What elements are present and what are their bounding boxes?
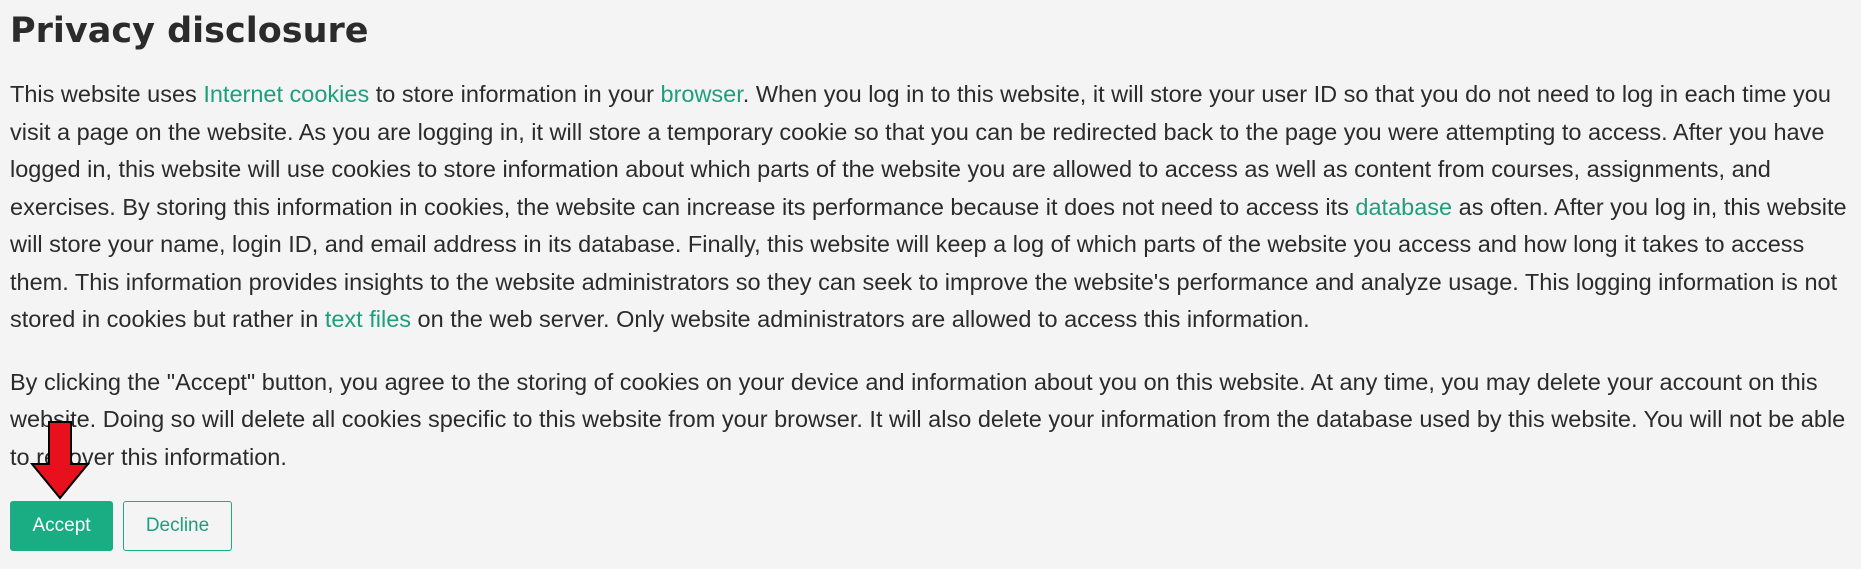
- database-link[interactable]: database: [1355, 194, 1452, 220]
- accept-button[interactable]: Accept: [10, 501, 113, 551]
- page-title: Privacy disclosure: [10, 11, 369, 51]
- decline-button[interactable]: Decline: [123, 501, 232, 551]
- internet-cookies-link[interactable]: Internet cookies: [203, 81, 369, 107]
- privacy-paragraph-2: By clicking the "Accept" button, you agr…: [10, 368, 1846, 470]
- privacy-disclosure-panel: Privacy disclosure This website uses Int…: [10, 0, 1850, 476]
- privacy-paragraph-1: This website uses Internet cookies to st…: [10, 76, 1850, 339]
- consent-buttons: Accept Decline: [10, 501, 232, 551]
- browser-link[interactable]: browser: [661, 81, 743, 107]
- paragraph-text: This website uses: [10, 81, 204, 107]
- text-files-link[interactable]: text files: [325, 306, 411, 332]
- paragraph-text: to store information in your: [369, 81, 661, 107]
- paragraph-text: on the web server. Only website administ…: [411, 306, 1310, 332]
